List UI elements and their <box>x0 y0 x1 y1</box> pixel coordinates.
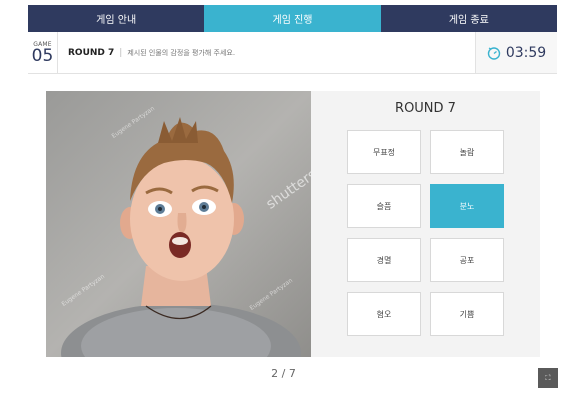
game-number: 05 <box>31 45 54 66</box>
round-content: Eugene Partyzan shutterstock Eugene Part… <box>46 91 540 357</box>
emotion-button-disgust[interactable]: 혐오 <box>347 292 421 336</box>
game-number-box: GAME 05 <box>28 32 58 73</box>
page-indicator: 2 / 7 <box>271 367 296 380</box>
timer: 03:59 <box>475 32 557 73</box>
timer-icon <box>487 46 501 60</box>
tab-game-progress[interactable]: 게임 진행 <box>204 5 381 32</box>
emotion-button-anger[interactable]: 분노 <box>430 184 504 228</box>
emotion-button-fear[interactable]: 공포 <box>430 238 504 282</box>
instruction-text: 제시된 인물의 감정을 평가해 주세요. <box>127 48 236 57</box>
round-label: ROUND 7 <box>68 47 115 58</box>
timer-value: 03:59 <box>505 44 547 61</box>
emotion-button-sadness[interactable]: 슬픔 <box>347 184 421 228</box>
fullscreen-button[interactable]: ⛶ <box>538 368 558 388</box>
surprised-boy-image <box>61 117 301 357</box>
panel-round-title: ROUND 7 <box>395 101 456 116</box>
face-photo: Eugene Partyzan shutterstock Eugene Part… <box>46 91 311 357</box>
step-tabs: 게임 안내 게임 진행 게임 종료 <box>28 5 557 32</box>
emotion-button-happiness[interactable]: 기쁨 <box>430 292 504 336</box>
emotion-button-surprise[interactable]: 놀람 <box>430 130 504 174</box>
tab-game-end[interactable]: 게임 종료 <box>380 5 557 32</box>
tab-game-intro[interactable]: 게임 안내 <box>28 5 205 32</box>
emotion-button-neutral[interactable]: 무표정 <box>347 130 421 174</box>
expand-icon: ⛶ <box>545 373 551 382</box>
game-header: GAME 05 ROUND 7 | 제시된 인물의 감정을 평가해 주세요. 0… <box>28 32 557 74</box>
emotion-button-contempt[interactable]: 경멸 <box>347 238 421 282</box>
emotion-panel: ROUND 7 무표정 놀람 슬픔 분노 경멸 공포 혐오 기쁨 <box>311 91 540 357</box>
header-separator: | <box>119 47 123 58</box>
